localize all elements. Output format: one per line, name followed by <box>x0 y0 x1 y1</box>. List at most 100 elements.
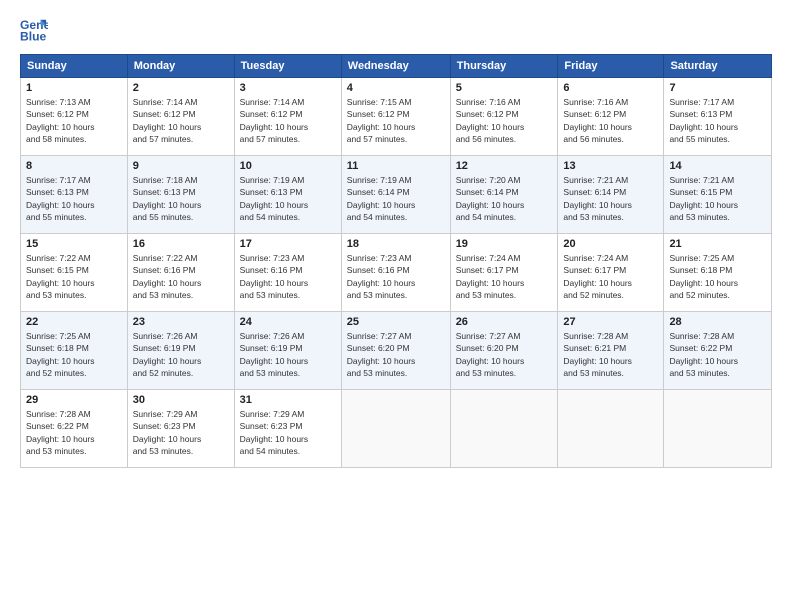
calendar-week-row: 8 Sunrise: 7:17 AM Sunset: 6:13 PM Daylig… <box>21 156 772 234</box>
day-info: Sunrise: 7:25 AM Sunset: 6:18 PM Dayligh… <box>669 252 766 301</box>
day-info: Sunrise: 7:24 AM Sunset: 6:17 PM Dayligh… <box>563 252 658 301</box>
calendar-week-row: 22Sunrise: 7:25 AM Sunset: 6:18 PM Dayli… <box>21 312 772 390</box>
calendar-cell: 26 Sunrise: 7:27 AM Sunset: 6:20 PM Dayli… <box>450 312 558 390</box>
calendar-cell: 1Sunrise: 7:13 AM Sunset: 6:12 PM Daylig… <box>21 78 128 156</box>
calendar-cell: 7Sunrise: 7:17 AM Sunset: 6:13 PM Daylig… <box>664 78 772 156</box>
day-number: 25 <box>347 316 445 328</box>
calendar-cell: 9 Sunrise: 7:18 AM Sunset: 6:13 PM Daylig… <box>127 156 234 234</box>
day-number: 11 <box>347 160 445 172</box>
day-info: Sunrise: 7:16 AM Sunset: 6:12 PM Dayligh… <box>563 96 658 145</box>
day-info: Sunrise: 7:20 AM Sunset: 6:14 PM Dayligh… <box>456 174 553 223</box>
calendar-cell: 14 Sunrise: 7:21 AM Sunset: 6:15 PM Dayli… <box>664 156 772 234</box>
day-info: Sunrise: 7:17 AM Sunset: 6:13 PM Dayligh… <box>26 174 122 223</box>
calendar-cell: 17 Sunrise: 7:23 AM Sunset: 6:16 PM Dayli… <box>234 234 341 312</box>
logo-icon: General Blue <box>20 16 48 44</box>
day-number: 5 <box>456 82 553 94</box>
calendar-header-row: SundayMondayTuesdayWednesdayThursdayFrid… <box>21 55 772 78</box>
col-header-thursday: Thursday <box>450 55 558 78</box>
day-info: Sunrise: 7:14 AM Sunset: 6:12 PM Dayligh… <box>240 96 336 145</box>
day-info: Sunrise: 7:18 AM Sunset: 6:13 PM Dayligh… <box>133 174 229 223</box>
day-number: 20 <box>563 238 658 250</box>
col-header-sunday: Sunday <box>21 55 128 78</box>
day-info: Sunrise: 7:27 AM Sunset: 6:20 PM Dayligh… <box>347 330 445 379</box>
day-info: Sunrise: 7:19 AM Sunset: 6:14 PM Dayligh… <box>347 174 445 223</box>
day-info: Sunrise: 7:25 AM Sunset: 6:18 PM Dayligh… <box>26 330 122 379</box>
day-info: Sunrise: 7:29 AM Sunset: 6:23 PM Dayligh… <box>133 408 229 457</box>
calendar-table: SundayMondayTuesdayWednesdayThursdayFrid… <box>20 54 772 468</box>
day-info: Sunrise: 7:21 AM Sunset: 6:14 PM Dayligh… <box>563 174 658 223</box>
day-info: Sunrise: 7:28 AM Sunset: 6:22 PM Dayligh… <box>26 408 122 457</box>
calendar-cell: 11 Sunrise: 7:19 AM Sunset: 6:14 PM Dayli… <box>341 156 450 234</box>
calendar-cell: 27 Sunrise: 7:28 AM Sunset: 6:21 PM Dayli… <box>558 312 664 390</box>
calendar-cell: 24 Sunrise: 7:26 AM Sunset: 6:19 PM Dayli… <box>234 312 341 390</box>
day-info: Sunrise: 7:23 AM Sunset: 6:16 PM Dayligh… <box>240 252 336 301</box>
calendar-cell: 6Sunrise: 7:16 AM Sunset: 6:12 PM Daylig… <box>558 78 664 156</box>
day-number: 24 <box>240 316 336 328</box>
calendar-week-row: 15 Sunrise: 7:22 AM Sunset: 6:15 PM Dayli… <box>21 234 772 312</box>
day-number: 9 <box>133 160 229 172</box>
calendar-cell: 23 Sunrise: 7:26 AM Sunset: 6:19 PM Dayli… <box>127 312 234 390</box>
calendar-cell: 12 Sunrise: 7:20 AM Sunset: 6:14 PM Dayli… <box>450 156 558 234</box>
day-info: Sunrise: 7:28 AM Sunset: 6:21 PM Dayligh… <box>563 330 658 379</box>
day-number: 23 <box>133 316 229 328</box>
calendar-cell: 3 Sunrise: 7:14 AM Sunset: 6:12 PM Daylig… <box>234 78 341 156</box>
calendar-cell: 25 Sunrise: 7:27 AM Sunset: 6:20 PM Dayli… <box>341 312 450 390</box>
day-number: 3 <box>240 82 336 94</box>
day-info: Sunrise: 7:21 AM Sunset: 6:15 PM Dayligh… <box>669 174 766 223</box>
day-info: Sunrise: 7:16 AM Sunset: 6:12 PM Dayligh… <box>456 96 553 145</box>
day-info: Sunrise: 7:26 AM Sunset: 6:19 PM Dayligh… <box>133 330 229 379</box>
day-info: Sunrise: 7:22 AM Sunset: 6:15 PM Dayligh… <box>26 252 122 301</box>
day-info: Sunrise: 7:28 AM Sunset: 6:22 PM Dayligh… <box>669 330 766 379</box>
day-number: 10 <box>240 160 336 172</box>
day-info: Sunrise: 7:13 AM Sunset: 6:12 PM Dayligh… <box>26 96 122 145</box>
day-number: 29 <box>26 394 122 406</box>
day-number: 17 <box>240 238 336 250</box>
logo: General Blue <box>20 16 54 44</box>
calendar-cell: 19Sunrise: 7:24 AM Sunset: 6:17 PM Dayli… <box>450 234 558 312</box>
col-header-wednesday: Wednesday <box>341 55 450 78</box>
day-info: Sunrise: 7:23 AM Sunset: 6:16 PM Dayligh… <box>347 252 445 301</box>
day-info: Sunrise: 7:14 AM Sunset: 6:12 PM Dayligh… <box>133 96 229 145</box>
calendar-cell <box>664 390 772 468</box>
day-number: 14 <box>669 160 766 172</box>
day-number: 4 <box>347 82 445 94</box>
day-info: Sunrise: 7:22 AM Sunset: 6:16 PM Dayligh… <box>133 252 229 301</box>
calendar-cell: 2 Sunrise: 7:14 AM Sunset: 6:12 PM Daylig… <box>127 78 234 156</box>
calendar-cell: 16 Sunrise: 7:22 AM Sunset: 6:16 PM Dayli… <box>127 234 234 312</box>
day-number: 26 <box>456 316 553 328</box>
day-number: 16 <box>133 238 229 250</box>
svg-text:Blue: Blue <box>20 29 47 43</box>
day-number: 2 <box>133 82 229 94</box>
day-number: 15 <box>26 238 122 250</box>
calendar-cell: 8 Sunrise: 7:17 AM Sunset: 6:13 PM Daylig… <box>21 156 128 234</box>
calendar-week-row: 29 Sunrise: 7:28 AM Sunset: 6:22 PM Dayli… <box>21 390 772 468</box>
day-number: 18 <box>347 238 445 250</box>
day-number: 28 <box>669 316 766 328</box>
calendar-cell: 28 Sunrise: 7:28 AM Sunset: 6:22 PM Dayli… <box>664 312 772 390</box>
day-info: Sunrise: 7:26 AM Sunset: 6:19 PM Dayligh… <box>240 330 336 379</box>
col-header-monday: Monday <box>127 55 234 78</box>
day-number: 31 <box>240 394 336 406</box>
calendar-week-row: 1Sunrise: 7:13 AM Sunset: 6:12 PM Daylig… <box>21 78 772 156</box>
day-info: Sunrise: 7:24 AM Sunset: 6:17 PM Dayligh… <box>456 252 553 301</box>
day-info: Sunrise: 7:19 AM Sunset: 6:13 PM Dayligh… <box>240 174 336 223</box>
col-header-friday: Friday <box>558 55 664 78</box>
calendar-cell: 20 Sunrise: 7:24 AM Sunset: 6:17 PM Dayli… <box>558 234 664 312</box>
calendar-cell: 31 Sunrise: 7:29 AM Sunset: 6:23 PM Dayli… <box>234 390 341 468</box>
calendar-cell: 18 Sunrise: 7:23 AM Sunset: 6:16 PM Dayli… <box>341 234 450 312</box>
calendar-cell: 15 Sunrise: 7:22 AM Sunset: 6:15 PM Dayli… <box>21 234 128 312</box>
page: General Blue SundayMondayTuesdayWednesda… <box>0 0 792 612</box>
day-info: Sunrise: 7:29 AM Sunset: 6:23 PM Dayligh… <box>240 408 336 457</box>
header: General Blue <box>20 16 772 44</box>
calendar-cell: 13 Sunrise: 7:21 AM Sunset: 6:14 PM Dayli… <box>558 156 664 234</box>
calendar-cell: 30Sunrise: 7:29 AM Sunset: 6:23 PM Dayli… <box>127 390 234 468</box>
day-info: Sunrise: 7:27 AM Sunset: 6:20 PM Dayligh… <box>456 330 553 379</box>
calendar-cell: 29 Sunrise: 7:28 AM Sunset: 6:22 PM Dayli… <box>21 390 128 468</box>
day-number: 12 <box>456 160 553 172</box>
calendar-cell: 5 Sunrise: 7:16 AM Sunset: 6:12 PM Daylig… <box>450 78 558 156</box>
day-number: 8 <box>26 160 122 172</box>
calendar-cell: 22Sunrise: 7:25 AM Sunset: 6:18 PM Dayli… <box>21 312 128 390</box>
day-number: 27 <box>563 316 658 328</box>
day-number: 13 <box>563 160 658 172</box>
calendar-cell: 10 Sunrise: 7:19 AM Sunset: 6:13 PM Dayli… <box>234 156 341 234</box>
